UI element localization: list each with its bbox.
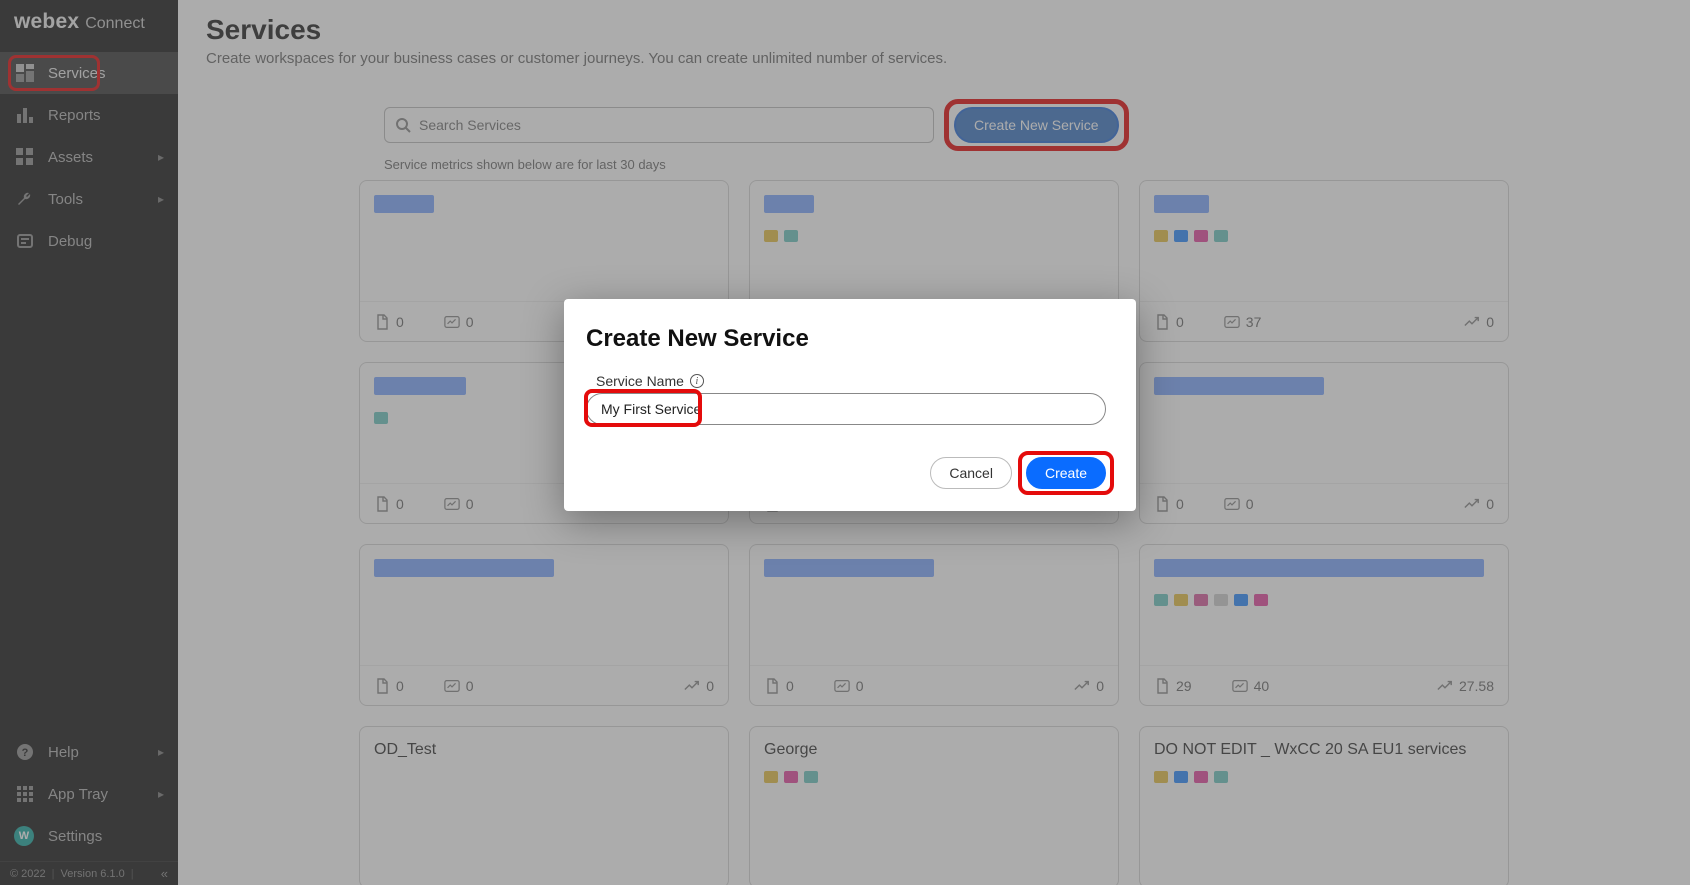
cancel-button[interactable]: Cancel (930, 457, 1012, 489)
create-service-modal: Create New Service Service Name i Cancel… (564, 299, 1136, 511)
modal-title: Create New Service (586, 325, 1106, 353)
service-name-input[interactable] (586, 393, 1106, 425)
create-button[interactable]: Create (1026, 457, 1106, 489)
info-icon[interactable]: i (690, 374, 704, 388)
service-name-label: Service Name i (596, 373, 1106, 389)
modal-actions: Cancel Create (586, 457, 1106, 489)
